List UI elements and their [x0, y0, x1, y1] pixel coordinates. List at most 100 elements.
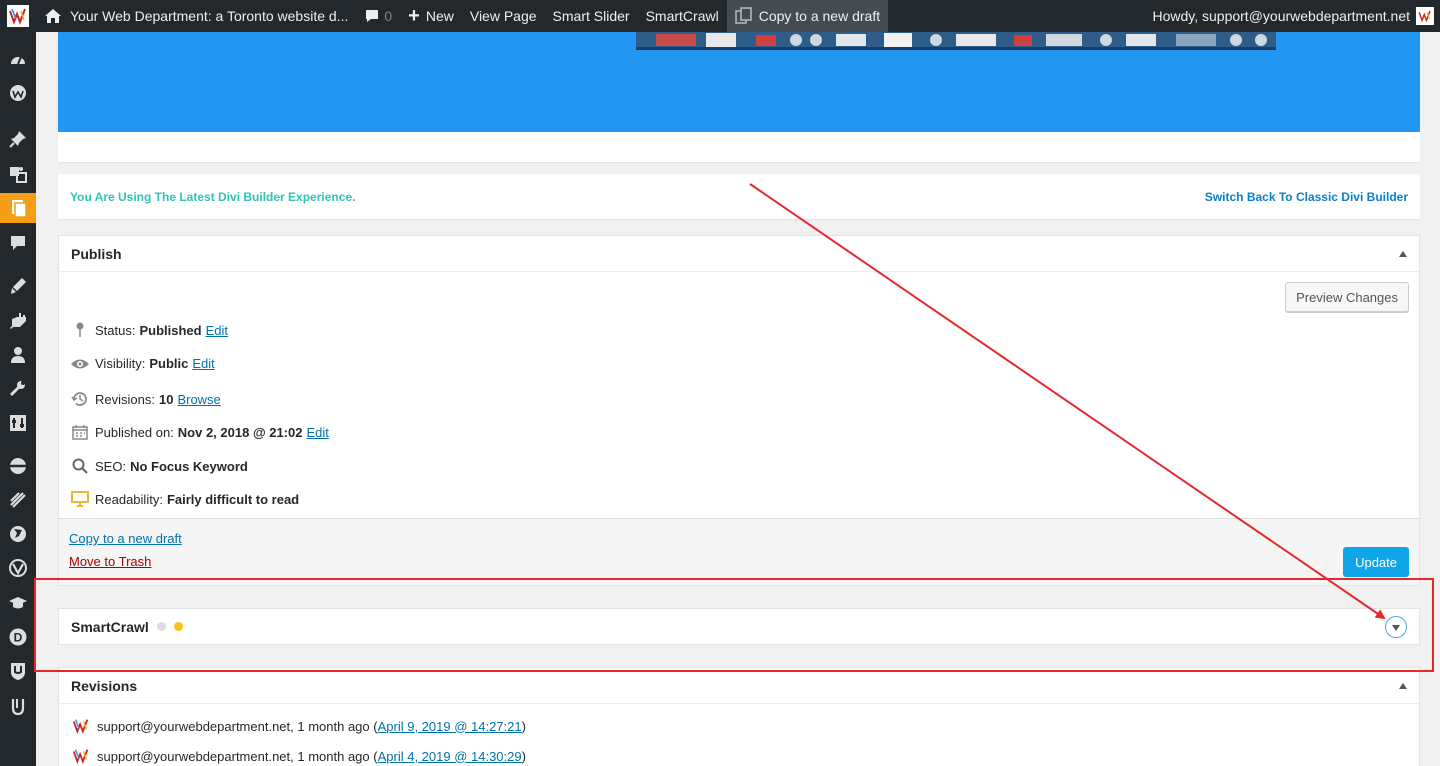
revision-item: support@yourwebdepartment.net, 1 month a…: [71, 716, 526, 736]
divi-status-text: You Are Using The Latest Divi Builder Ex…: [70, 189, 356, 204]
visibility-row: Visibility: Public Edit: [69, 356, 215, 371]
globe-icon[interactable]: [0, 519, 36, 549]
revisions-count: 10: [158, 391, 174, 407]
home-icon: [45, 9, 61, 23]
revisions-label: Revisions:: [95, 391, 155, 407]
update-button[interactable]: Update: [1343, 547, 1409, 577]
hero-banner: [58, 32, 1420, 132]
visibility-edit-link[interactable]: Edit: [192, 356, 214, 371]
pin-icon[interactable]: [0, 124, 36, 154]
eye-icon: [69, 358, 91, 370]
admin-bar: Your Web Department: a Toronto website d…: [0, 0, 1440, 32]
pin-icon: [69, 322, 91, 338]
publish-title: Publish: [71, 245, 122, 262]
history-icon: [69, 390, 91, 408]
site-name-menu[interactable]: Your Web Department: a Toronto website d…: [36, 0, 356, 32]
page-banner-card: [58, 32, 1420, 162]
readability-value: Fairly difficult to read: [166, 491, 300, 507]
seo-status-dot: [156, 622, 166, 631]
revision-author: support@yourwebdepartment.net, 1 month a…: [97, 718, 378, 734]
media-icon[interactable]: [0, 159, 36, 189]
author-avatar: [72, 719, 89, 735]
tools-icon[interactable]: [0, 374, 36, 404]
d-icon[interactable]: D: [0, 622, 36, 652]
stack-icon[interactable]: [0, 451, 36, 481]
collapse-icon[interactable]: [1399, 250, 1407, 257]
revisions-browse-link[interactable]: Browse: [177, 392, 220, 407]
users-icon[interactable]: [0, 340, 36, 370]
wp-icon[interactable]: [0, 78, 36, 108]
published-label: Published on:: [95, 424, 174, 440]
published-date: Nov 2, 2018 @ 21:02: [177, 424, 303, 440]
my-account-menu[interactable]: Howdy, support@yourwebdepartment.net: [1152, 7, 1440, 25]
seo-label: SEO:: [95, 458, 127, 474]
revision-close: ): [521, 718, 526, 734]
smartcrawl-box: SmartCrawl: [58, 608, 1420, 645]
plugins-icon[interactable]: [0, 306, 36, 336]
pages-icon[interactable]: [0, 193, 36, 223]
comment-icon: [366, 10, 379, 22]
howdy-text: Howdy, support@yourwebdepartment.net: [1152, 8, 1410, 24]
new-label: New: [425, 8, 454, 24]
readability-label: Readability:: [95, 491, 163, 507]
publish-header[interactable]: Publish: [59, 236, 1419, 272]
plus-icon: +: [408, 4, 420, 27]
revisions-box: Revisions support@yourwebdepartment.net,…: [58, 667, 1420, 766]
preview-changes-button[interactable]: Preview Changes: [1285, 282, 1409, 312]
monitor-icon: [69, 491, 91, 507]
revision-item: support@yourwebdepartment.net, 1 month a…: [71, 746, 526, 766]
revision-date-link[interactable]: April 4, 2019 @ 14:30:29: [378, 749, 522, 764]
user-avatar: [1416, 7, 1434, 25]
u-icon[interactable]: [0, 691, 36, 721]
appearance-icon[interactable]: [0, 271, 36, 301]
visibility-value: Public: [149, 356, 189, 371]
shield-icon[interactable]: [0, 656, 36, 686]
status-label: Status:: [95, 322, 136, 338]
collapse-icon[interactable]: [1399, 682, 1407, 689]
revisions-row: Revisions: 10 Browse: [69, 390, 221, 408]
revisions-header[interactable]: Revisions: [59, 668, 1419, 704]
readability-row: Readability: Fairly difficult to read: [69, 491, 299, 507]
view-page-link[interactable]: View Page: [462, 0, 545, 32]
site-logo-icon[interactable]: [0, 0, 36, 32]
revisions-title: Revisions: [71, 677, 138, 694]
settings-icon[interactable]: [0, 408, 36, 438]
new-content-menu[interactable]: + New: [400, 0, 462, 32]
revision-close: ): [521, 748, 526, 764]
smartcrawl-title: SmartCrawl: [71, 618, 149, 635]
site-title: Your Web Department: a Toronto website d…: [70, 8, 349, 24]
comments-icon[interactable]: [0, 228, 36, 258]
graduation-icon[interactable]: [0, 588, 36, 618]
status-value: Published: [139, 322, 202, 338]
smartcrawl-header[interactable]: SmartCrawl: [59, 609, 1419, 644]
divi-icon[interactable]: [0, 553, 36, 583]
city-skyline-illustration: [636, 32, 1276, 50]
smart-slider-link[interactable]: Smart Slider: [545, 0, 638, 32]
comments-menu[interactable]: 0: [356, 0, 400, 32]
search-icon: [69, 458, 91, 474]
move-to-trash-link[interactable]: Move to Trash: [69, 554, 151, 569]
expand-toggle-icon[interactable]: [1385, 615, 1407, 638]
smartcrawl-link[interactable]: SmartCrawl: [638, 0, 727, 32]
published-edit-link[interactable]: Edit: [306, 425, 328, 440]
switch-classic-builder-link[interactable]: Switch Back To Classic Divi Builder: [1205, 190, 1408, 204]
published-on-row: Published on: Nov 2, 2018 @ 21:02 Edit: [69, 424, 329, 440]
seo-row: SEO: No Focus Keyword: [69, 458, 248, 474]
comments-count: 0: [384, 8, 393, 24]
status-edit-link[interactable]: Edit: [206, 323, 228, 338]
revision-author: support@yourwebdepartment.net, 1 month a…: [97, 748, 378, 764]
copy-draft-label: Copy to a new draft: [758, 8, 881, 24]
admin-sidebar: D: [0, 32, 36, 766]
slider-icon[interactable]: [0, 485, 36, 515]
author-avatar: [72, 749, 89, 765]
seo-value: No Focus Keyword: [130, 458, 248, 474]
copy-icon: [734, 7, 752, 24]
publish-actions: Copy to a new draft Move to Trash Update: [59, 518, 1419, 585]
revision-date-link[interactable]: April 9, 2019 @ 14:27:21: [378, 719, 522, 734]
publish-box: Publish Preview Changes Status: Publishe…: [58, 235, 1420, 586]
calendar-icon: [69, 424, 91, 440]
copy-to-draft-link[interactable]: Copy to a new draft: [69, 531, 182, 546]
divi-builder-notice: You Are Using The Latest Divi Builder Ex…: [58, 174, 1420, 219]
dashboard-icon[interactable]: [0, 45, 36, 75]
copy-draft-menu[interactable]: Copy to a new draft: [726, 0, 889, 32]
